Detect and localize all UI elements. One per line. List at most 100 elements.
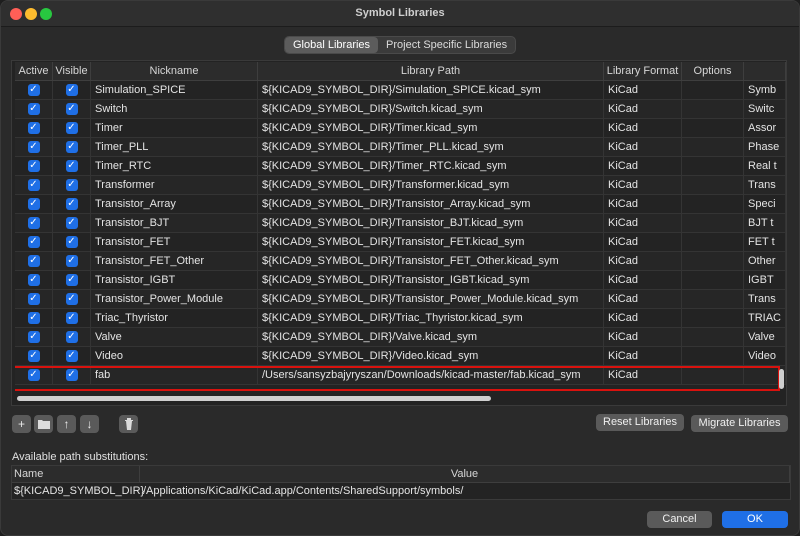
library-path-cell[interactable]: ${KICAD9_SYMBOL_DIR}/Triac_Thyristor.kic… — [258, 309, 604, 327]
options-cell[interactable] — [682, 138, 744, 156]
library-path-cell[interactable]: ${KICAD9_SYMBOL_DIR}/Transistor_FET_Othe… — [258, 252, 604, 270]
move-down-button[interactable]: ↓ — [80, 415, 99, 433]
column-header-nickname[interactable]: Nickname — [91, 62, 258, 80]
active-checkbox[interactable]: ✓ — [15, 271, 53, 289]
library-path-cell[interactable]: ${KICAD9_SYMBOL_DIR}/Transistor_IGBT.kic… — [258, 271, 604, 289]
options-cell[interactable] — [682, 195, 744, 213]
library-path-cell[interactable]: ${KICAD9_SYMBOL_DIR}/Timer_RTC.kicad_sym — [258, 157, 604, 175]
description-cell[interactable]: Speci — [744, 195, 786, 213]
nickname-cell[interactable]: Transistor_Power_Module — [91, 290, 258, 308]
library-format-cell[interactable]: KiCad — [604, 252, 682, 270]
visible-checkbox[interactable]: ✓ — [53, 119, 91, 137]
visible-checkbox[interactable]: ✓ — [53, 81, 91, 99]
library-path-cell[interactable]: ${KICAD9_SYMBOL_DIR}/Transformer.kicad_s… — [258, 176, 604, 194]
nickname-cell[interactable]: Transistor_IGBT — [91, 271, 258, 289]
library-format-cell[interactable]: KiCad — [604, 81, 682, 99]
library-path-cell[interactable]: ${KICAD9_SYMBOL_DIR}/Switch.kicad_sym — [258, 100, 604, 118]
options-cell[interactable] — [682, 271, 744, 289]
options-cell[interactable] — [682, 157, 744, 175]
description-cell[interactable]: Real t — [744, 157, 786, 175]
table-row[interactable]: ✓ ✓ Transistor_BJT ${KICAD9_SYMBOL_DIR}/Tra… — [15, 214, 786, 233]
table-row[interactable]: ✓ ✓ Transistor_FET ${KICAD9_SYMBOL_DIR}/Tra… — [15, 233, 786, 252]
nickname-cell[interactable]: Transistor_BJT — [91, 214, 258, 232]
visible-checkbox[interactable]: ✓ — [53, 214, 91, 232]
options-cell[interactable] — [682, 290, 744, 308]
library-format-cell[interactable]: KiCad — [604, 138, 682, 156]
options-cell[interactable] — [682, 100, 744, 118]
library-path-cell[interactable]: /Users/sansyzbajyryszan/Downloads/kicad-… — [258, 366, 604, 384]
reset-libraries-button[interactable]: Reset Libraries — [596, 414, 684, 431]
nickname-cell[interactable]: Timer — [91, 119, 258, 137]
active-checkbox[interactable]: ✓ — [15, 195, 53, 213]
table-row[interactable]: ✓ ✓ Transistor_Array ${KICAD9_SYMBOL_DIR}/T… — [15, 195, 786, 214]
active-checkbox[interactable]: ✓ — [15, 309, 53, 327]
options-cell[interactable] — [682, 366, 744, 384]
table-row[interactable]: ✓ ✓ Simulation_SPICE ${KICAD9_SYMBOL_DIR}/S… — [15, 81, 786, 100]
library-format-cell[interactable]: KiCad — [604, 176, 682, 194]
active-checkbox[interactable]: ✓ — [15, 176, 53, 194]
description-cell[interactable]: FET t — [744, 233, 786, 251]
column-header-description[interactable] — [744, 62, 786, 80]
options-cell[interactable] — [682, 176, 744, 194]
visible-checkbox[interactable]: ✓ — [53, 157, 91, 175]
add-library-button[interactable]: + — [12, 415, 31, 433]
visible-checkbox[interactable]: ✓ — [53, 328, 91, 346]
active-checkbox[interactable]: ✓ — [15, 328, 53, 346]
column-header-options[interactable]: Options — [682, 62, 744, 80]
library-format-cell[interactable]: KiCad — [604, 309, 682, 327]
active-checkbox[interactable]: ✓ — [15, 81, 53, 99]
table-row[interactable]: ✓ ✓ Valve ${KICAD9_SYMBOL_DIR}/Valve.kicad_… — [15, 328, 786, 347]
column-header-library-path[interactable]: Library Path — [258, 62, 604, 80]
table-row[interactable]: ✓ ✓ Transformer ${KICAD9_SYMBOL_DIR}/Transf… — [15, 176, 786, 195]
table-row[interactable]: ✓ ✓ fab/Users/sansyzbajyryszan/Downloads/k… — [15, 366, 786, 385]
migrate-libraries-button[interactable]: Migrate Libraries — [691, 415, 788, 432]
library-format-cell[interactable]: KiCad — [604, 233, 682, 251]
library-format-cell[interactable]: KiCad — [604, 100, 682, 118]
table-row[interactable]: ✓ ✓ Switch ${KICAD9_SYMBOL_DIR}/Switch.kica… — [15, 100, 786, 119]
active-checkbox[interactable]: ✓ — [15, 347, 53, 365]
tab-project-specific-libraries[interactable]: Project Specific Libraries — [378, 37, 515, 53]
remove-library-button[interactable] — [119, 415, 138, 433]
visible-checkbox[interactable]: ✓ — [53, 290, 91, 308]
description-cell[interactable]: Symb — [744, 81, 786, 99]
nickname-cell[interactable]: Timer_PLL — [91, 138, 258, 156]
tab-global-libraries[interactable]: Global Libraries — [285, 37, 379, 53]
description-cell[interactable]: Trans — [744, 290, 786, 308]
nickname-cell[interactable]: Triac_Thyristor — [91, 309, 258, 327]
options-cell[interactable] — [682, 328, 744, 346]
library-path-cell[interactable]: ${KICAD9_SYMBOL_DIR}/Simulation_SPICE.ki… — [258, 81, 604, 99]
table-row[interactable]: ✓ ✓ Transistor_Power_Module ${KICAD9_SYMBOL… — [15, 290, 786, 309]
active-checkbox[interactable]: ✓ — [15, 138, 53, 156]
nickname-cell[interactable]: Valve — [91, 328, 258, 346]
library-format-cell[interactable]: KiCad — [604, 366, 682, 384]
horizontal-scrollbar-thumb[interactable] — [17, 396, 491, 401]
description-cell[interactable]: Phase — [744, 138, 786, 156]
library-format-cell[interactable]: KiCad — [604, 328, 682, 346]
table-row[interactable]: ✓ ✓ Timer ${KICAD9_SYMBOL_DIR}/Timer.kicad_… — [15, 119, 786, 138]
ok-button[interactable]: OK — [722, 511, 788, 528]
substitution-row[interactable]: ${KICAD9_SYMBOL_DIR} /Applications/KiCad… — [12, 483, 790, 500]
library-path-cell[interactable]: ${KICAD9_SYMBOL_DIR}/Transistor_BJT.kica… — [258, 214, 604, 232]
description-cell[interactable]: IGBT — [744, 271, 786, 289]
description-cell[interactable]: TRIAC — [744, 309, 786, 327]
description-cell[interactable]: Valve — [744, 328, 786, 346]
description-cell[interactable]: Video — [744, 347, 786, 365]
browse-library-button[interactable] — [34, 415, 53, 433]
active-checkbox[interactable]: ✓ — [15, 119, 53, 137]
description-cell[interactable]: Assor — [744, 119, 786, 137]
library-path-cell[interactable]: ${KICAD9_SYMBOL_DIR}/Transistor_FET.kica… — [258, 233, 604, 251]
column-header-active[interactable]: Active — [15, 62, 53, 80]
nickname-cell[interactable]: Simulation_SPICE — [91, 81, 258, 99]
library-path-cell[interactable]: ${KICAD9_SYMBOL_DIR}/Timer.kicad_sym — [258, 119, 604, 137]
nickname-cell[interactable]: Transistor_FET_Other — [91, 252, 258, 270]
options-cell[interactable] — [682, 347, 744, 365]
visible-checkbox[interactable]: ✓ — [53, 100, 91, 118]
visible-checkbox[interactable]: ✓ — [53, 233, 91, 251]
active-checkbox[interactable]: ✓ — [15, 366, 53, 384]
nickname-cell[interactable]: Transformer — [91, 176, 258, 194]
table-row[interactable]: ✓ ✓ Transistor_FET_Other ${KICAD9_SYMBOL_DI… — [15, 252, 786, 271]
description-cell[interactable]: Switc — [744, 100, 786, 118]
library-path-cell[interactable]: ${KICAD9_SYMBOL_DIR}/Transistor_Power_Mo… — [258, 290, 604, 308]
nickname-cell[interactable]: fab — [91, 366, 258, 384]
table-row[interactable]: ✓ ✓ Timer_PLL ${KICAD9_SYMBOL_DIR}/Timer_PL… — [15, 138, 786, 157]
